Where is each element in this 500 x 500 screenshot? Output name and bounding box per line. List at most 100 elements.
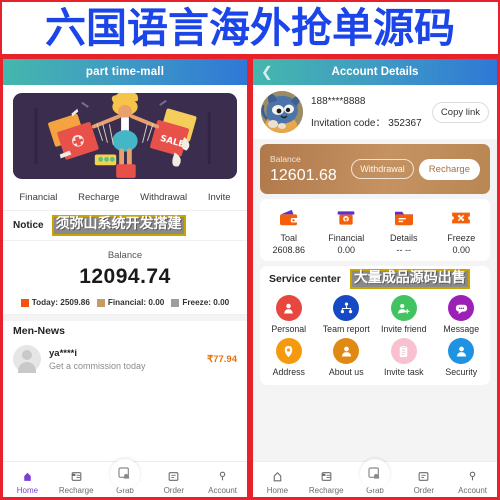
stat-financial-label: Financial: 0.00 <box>107 298 165 307</box>
left-app-title: part time-mall <box>85 66 165 78</box>
withdrawal-button[interactable]: Withdrawal <box>351 159 414 179</box>
stat-toal-value: 2608.86 <box>272 245 306 255</box>
balance-card-actions: Withdrawal Recharge <box>351 158 480 180</box>
avatar[interactable] <box>261 91 303 133</box>
account-icon <box>448 468 497 485</box>
news-item-sub: Get a commission today <box>49 360 146 371</box>
left-app-header: part time-mall <box>3 59 247 85</box>
tab-order-label: Order <box>163 486 185 495</box>
tab-account-label: Account <box>208 486 238 495</box>
svg-text:₹: ₹ <box>345 217 349 223</box>
tab-account-label: Account <box>458 486 488 495</box>
copy-link-button[interactable]: Copy link <box>431 101 489 123</box>
tab-account[interactable]: Account <box>448 468 497 497</box>
avatar <box>13 345 41 373</box>
team-icon <box>333 295 360 321</box>
folder-icon <box>375 206 433 230</box>
tab-account[interactable]: Account <box>198 468 247 497</box>
tab-grab[interactable]: Grab <box>351 459 400 497</box>
right-phone-panel: ❮ Account Details 188****8888 Invitation… <box>250 56 500 500</box>
nav-item-invite[interactable]: Invite <box>208 192 231 203</box>
screenshot-root: 六国语言海外抢单源码 part time-mall SALE Financial… <box>0 0 500 500</box>
tab-recharge[interactable]: Recharge <box>302 468 351 497</box>
profile-invitation: Invitation code： 352367 <box>311 114 424 129</box>
chevron-left-icon[interactable]: ❮ <box>261 64 273 81</box>
right-tabbar: Home Recharge Grab Order Account <box>253 459 497 497</box>
tab-home-label: Home <box>266 486 289 495</box>
tab-order-label: Order <box>413 486 435 495</box>
invitation-code: 352367 <box>388 117 422 129</box>
location-pin-icon <box>275 338 302 364</box>
service-item-personal[interactable]: Personal <box>260 295 318 334</box>
stat-toal[interactable]: Toal 2608.86 <box>260 206 318 255</box>
person-add-icon <box>390 295 417 321</box>
right-phone-body: 188****8888 Invitation code： 352367 Copy… <box>253 85 497 461</box>
nav-item-withdrawal[interactable]: Withdrawal <box>140 192 187 203</box>
stat-financial[interactable]: ₹ Financial 0.00 <box>318 206 376 255</box>
service-overlay-text: 大量成品源码出售 <box>353 269 466 286</box>
notice-overlay-watermark: 须弥山系统开发搭建 <box>51 215 186 236</box>
service-item-address[interactable]: Address <box>260 338 318 377</box>
order-icon <box>149 468 198 485</box>
bank-icon: ₹ <box>318 206 376 230</box>
service-item-security-label: Security <box>445 367 478 377</box>
tab-grab[interactable]: Grab <box>101 459 150 497</box>
news-section-title: Men-News <box>3 315 247 341</box>
right-app-title: Account Details <box>331 66 419 78</box>
tab-order[interactable]: Order <box>399 468 448 497</box>
tab-home-label: Home <box>16 486 39 495</box>
person-icon <box>448 338 475 364</box>
service-item-invite-task[interactable]: Invite task <box>375 338 433 377</box>
banner-title: 六国语言海外抢单源码 <box>45 3 455 52</box>
tab-home[interactable]: Home <box>3 468 52 497</box>
message-icon <box>448 295 475 321</box>
stat-financial-value: 0.00 <box>337 245 356 255</box>
notice-overlay-text: 须弥山系统开发搭建 <box>55 216 182 233</box>
service-item-team-report[interactable]: Team report <box>318 295 376 334</box>
tab-home[interactable]: Home <box>253 468 302 497</box>
nav-item-financial[interactable]: Financial <box>19 192 57 203</box>
service-item-invite-friend[interactable]: Invite friend <box>375 295 433 334</box>
notice-row[interactable]: Notice 须弥山系统开发搭建 <box>3 211 247 241</box>
account-stats-row: Toal 2608.86 ₹ Financial 0.00 Details --… <box>260 199 490 261</box>
stat-freeze[interactable]: Freeze 0.00 <box>433 206 491 255</box>
balance-card-text: Balance 12601.68 <box>270 154 337 185</box>
hero-banner[interactable]: SALE <box>13 93 237 179</box>
stat-freeze-swatch <box>171 298 180 307</box>
service-center-grid: Personal Team report Invite friend Messa… <box>260 292 490 385</box>
left-balance-stats: Today: 2509.86 Financial: 0.00 Freeze: 0… <box>3 298 247 307</box>
left-phone-panel: part time-mall SALE Financial Recharge W… <box>0 56 250 500</box>
stat-details[interactable]: Details -- -- <box>375 206 433 255</box>
service-item-address-label: Address <box>272 367 305 377</box>
person-icon <box>275 295 302 321</box>
left-quick-nav: Financial Recharge Withdrawal Invite <box>3 185 247 211</box>
stat-details-value: -- -- <box>396 245 412 255</box>
left-balance-block: Balance 12094.74 Today: 2509.86 Financia… <box>3 241 247 315</box>
clipboard-icon <box>390 338 417 364</box>
recharge-button[interactable]: Recharge <box>418 158 480 180</box>
stat-freeze: Freeze: 0.00 <box>171 298 229 307</box>
home-icon <box>3 468 52 485</box>
invitation-label: Invitation code： <box>311 117 386 129</box>
left-phone-body: SALE Financial Recharge Withdrawal Invit… <box>3 85 247 461</box>
stat-toal-label: Toal <box>280 233 297 243</box>
service-item-team-report-label: Team report <box>322 324 370 334</box>
left-balance-amount: 12094.74 <box>79 265 171 288</box>
tab-recharge-label: Recharge <box>58 486 94 495</box>
service-center-header: Service center 大量成品源码出售 <box>260 266 490 292</box>
profile-text: 188****8888 Invitation code： 352367 <box>311 96 424 129</box>
right-app-header: ❮ Account Details <box>253 59 497 85</box>
tab-recharge-label: Recharge <box>308 486 344 495</box>
nav-item-recharge[interactable]: Recharge <box>78 192 119 203</box>
stat-freeze-label: Freeze <box>447 233 476 243</box>
service-item-about-us[interactable]: About us <box>318 338 376 377</box>
tab-recharge[interactable]: Recharge <box>52 468 101 497</box>
service-item-security[interactable]: Security <box>433 338 491 377</box>
person-icon <box>333 338 360 364</box>
notice-label: Notice <box>13 220 44 231</box>
news-list-item[interactable]: ya****i Get a commission today ₹77.94 <box>3 341 247 377</box>
left-tabbar: Home Recharge Grab Order Account <box>3 459 247 497</box>
service-item-message[interactable]: Message <box>433 295 491 334</box>
tab-order[interactable]: Order <box>149 468 198 497</box>
news-item-amount: ₹77.94 <box>207 353 237 365</box>
